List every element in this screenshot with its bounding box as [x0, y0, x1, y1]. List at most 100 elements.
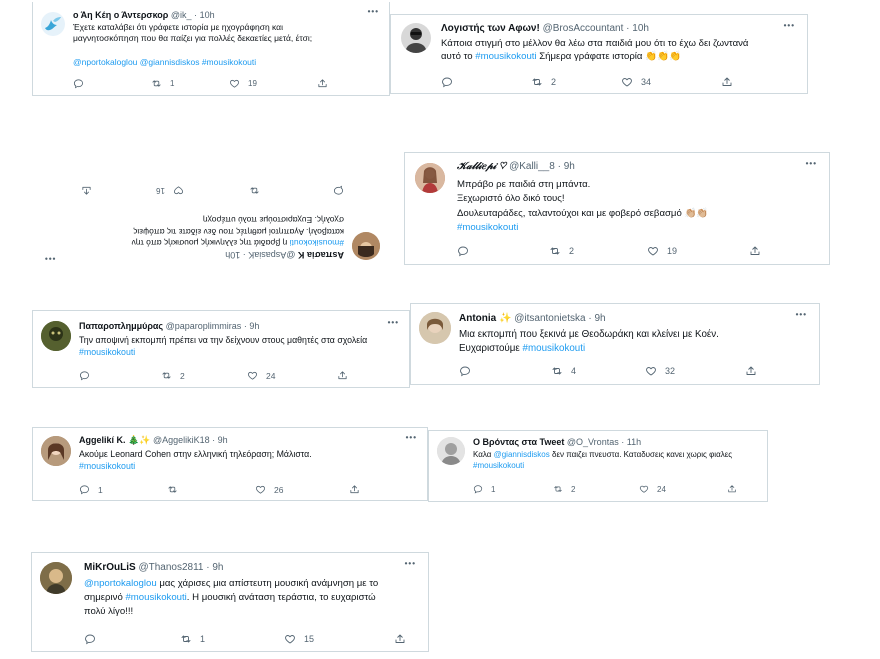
avatar[interactable] [437, 437, 465, 465]
share-button[interactable] [721, 76, 733, 88]
reply-button[interactable] [333, 185, 344, 196]
more-icon[interactable]: ••• [368, 7, 379, 16]
share-button[interactable] [727, 484, 737, 494]
like-button[interactable]: 24 [639, 484, 666, 494]
mention-link[interactable]: @nportokaloglou [84, 578, 157, 589]
author-name[interactable]: MiKrOuLiS [84, 562, 136, 573]
author-name[interactable]: Λογιστής των Αφων! [441, 23, 540, 34]
avatar[interactable] [401, 23, 431, 53]
author-handle[interactable]: @paparoplimmiras [166, 321, 242, 331]
timestamp[interactable]: 10h [632, 23, 649, 34]
like-button[interactable]: 19 [229, 78, 257, 89]
like-button[interactable]: 34 [621, 76, 651, 88]
author-name[interactable]: 𝒦𝒶𝓁𝓁𝒾𝑒𝓅𝒾 ♡ [457, 161, 506, 172]
tweet-card[interactable]: Λογιστής των Αφων! @BrosAccountant · 10h… [390, 14, 808, 94]
author-name[interactable]: Antonia ✨ [459, 313, 511, 324]
tweet-card[interactable]: 𝒦𝒶𝓁𝓁𝒾𝑒𝓅𝒾 ♡ @Kalli__8 · 9h ••• Μπράβο ρε … [404, 152, 830, 265]
reply-button[interactable]: 1 [473, 484, 495, 494]
timestamp[interactable]: 9h [249, 321, 259, 331]
retweet-button[interactable]: 1 [151, 78, 174, 89]
hashtag-link[interactable]: #mousikokouti [79, 347, 405, 359]
author-handle[interactable]: @Thanos2811 [138, 562, 203, 573]
retweet-button[interactable]: 1 [180, 633, 205, 645]
avatar[interactable] [415, 163, 445, 193]
tweet-card[interactable]: ο Άη Κέη ο Άντερσκορ @ik_ · 10h ••• Έχετ… [32, 2, 390, 96]
author-name[interactable]: Παπαροπλημμύρας [79, 321, 163, 331]
hashtag-link[interactable]: #mousikokouti [290, 238, 344, 248]
hashtag-link[interactable]: #mousikokouti [79, 461, 419, 473]
share-button[interactable] [749, 245, 761, 257]
avatar[interactable] [41, 321, 71, 351]
more-icon[interactable]: ••• [784, 21, 795, 30]
avatar[interactable] [41, 12, 65, 36]
reply-button[interactable] [73, 78, 84, 89]
hashtag-link[interactable]: #mousikokouti [202, 57, 256, 67]
reply-button[interactable] [457, 245, 469, 257]
like-button[interactable]: 16 [156, 185, 184, 196]
author-name[interactable]: Αsπaσia K [298, 250, 344, 260]
reply-button[interactable]: 1 [79, 484, 103, 495]
timestamp[interactable]: 9h [218, 435, 228, 445]
like-button[interactable]: 24 [247, 370, 275, 381]
author-handle[interactable]: @BrosAccountant [543, 23, 624, 34]
like-button[interactable]: 26 [255, 484, 283, 495]
timestamp[interactable]: 9h [594, 313, 605, 324]
tweet-card[interactable]: Antonia ✨ @itsantonietska · 9h ••• Μια ε… [410, 303, 820, 385]
avatar[interactable] [41, 436, 71, 466]
avatar[interactable] [40, 562, 72, 594]
reply-button[interactable] [84, 633, 96, 645]
author-handle[interactable]: @itsantonietska [514, 313, 585, 324]
mention-link[interactable]: @giannisdiskos [140, 57, 200, 67]
share-button[interactable] [394, 633, 406, 645]
timestamp[interactable]: 9h [212, 562, 223, 573]
avatar[interactable] [419, 312, 451, 344]
share-button[interactable] [317, 78, 328, 89]
more-icon[interactable]: ••• [44, 254, 55, 263]
share-button[interactable] [349, 484, 360, 495]
author-name[interactable]: Ο Βρόντας στα Tweet [473, 437, 564, 447]
timestamp[interactable]: 10h [225, 250, 240, 260]
reply-button[interactable] [79, 370, 90, 381]
more-icon[interactable]: ••• [405, 559, 416, 568]
tweet-card[interactable]: Ο Βρόντας στα Tweet @O_Vrontas · 11h Καλ… [428, 430, 768, 502]
retweet-button[interactable]: 4 [551, 365, 576, 377]
avatar[interactable] [352, 232, 380, 260]
reply-button[interactable] [459, 365, 471, 377]
timestamp[interactable]: 11h [627, 437, 641, 447]
tweet-card[interactable]: Aggelikí K. 🎄✨ @AggelikiK18 · 9h ••• Ακο… [32, 427, 428, 501]
reply-button[interactable] [441, 76, 453, 88]
hashtag-link[interactable]: #mousikokouti [473, 461, 763, 472]
hashtag-link[interactable]: #mousikokouti [523, 343, 586, 354]
tweet-card[interactable]: Παπαροπλημμύρας @paparoplimmiras · 9h ••… [32, 310, 410, 388]
like-button[interactable]: 32 [645, 365, 675, 377]
mention-link[interactable]: @giannisdiskos [494, 450, 550, 459]
author-handle[interactable]: @ik_ [171, 10, 192, 20]
author-handle[interactable]: @AggelikiK18 [153, 435, 210, 445]
hashtag-link[interactable]: #mousikokouti [125, 592, 186, 603]
like-button[interactable]: 15 [284, 633, 314, 645]
author-handle[interactable]: @AspasiaK [248, 250, 295, 260]
retweet-button[interactable] [249, 185, 260, 196]
timestamp[interactable]: 10h [200, 10, 215, 20]
retweet-button[interactable]: 2 [549, 245, 574, 257]
author-name[interactable]: Aggelikí K. 🎄✨ [79, 435, 150, 445]
retweet-button[interactable] [167, 484, 178, 495]
retweet-button[interactable]: 2 [553, 484, 575, 494]
hashtag-link[interactable]: #mousikokouti [457, 221, 817, 235]
timestamp[interactable]: 9h [564, 161, 575, 172]
author-handle[interactable]: @Kalli__8 [509, 161, 555, 172]
retweet-button[interactable]: 2 [161, 370, 185, 381]
like-button[interactable]: 19 [647, 245, 677, 257]
hashtag-link[interactable]: #mousikokouti [475, 51, 536, 62]
retweet-button[interactable]: 2 [531, 76, 556, 88]
more-icon[interactable]: ••• [796, 310, 807, 319]
more-icon[interactable]: ••• [406, 433, 417, 442]
share-button[interactable] [81, 185, 92, 196]
tweet-card[interactable]: MiKrOuLiS @Thanos2811 · 9h ••• @nportoka… [31, 552, 429, 652]
more-icon[interactable]: ••• [806, 159, 817, 168]
author-handle[interactable]: @O_Vrontas [567, 437, 619, 447]
mention-link[interactable]: @nportokaloglou [73, 57, 137, 67]
author-name[interactable]: ο Άη Κέη ο Άντερσκορ [73, 10, 168, 20]
share-button[interactable] [337, 370, 348, 381]
tweet-card-upside-down[interactable]: Αsπaσia K @AspasiaK · 10h ••• #mousikoko… [34, 178, 388, 268]
